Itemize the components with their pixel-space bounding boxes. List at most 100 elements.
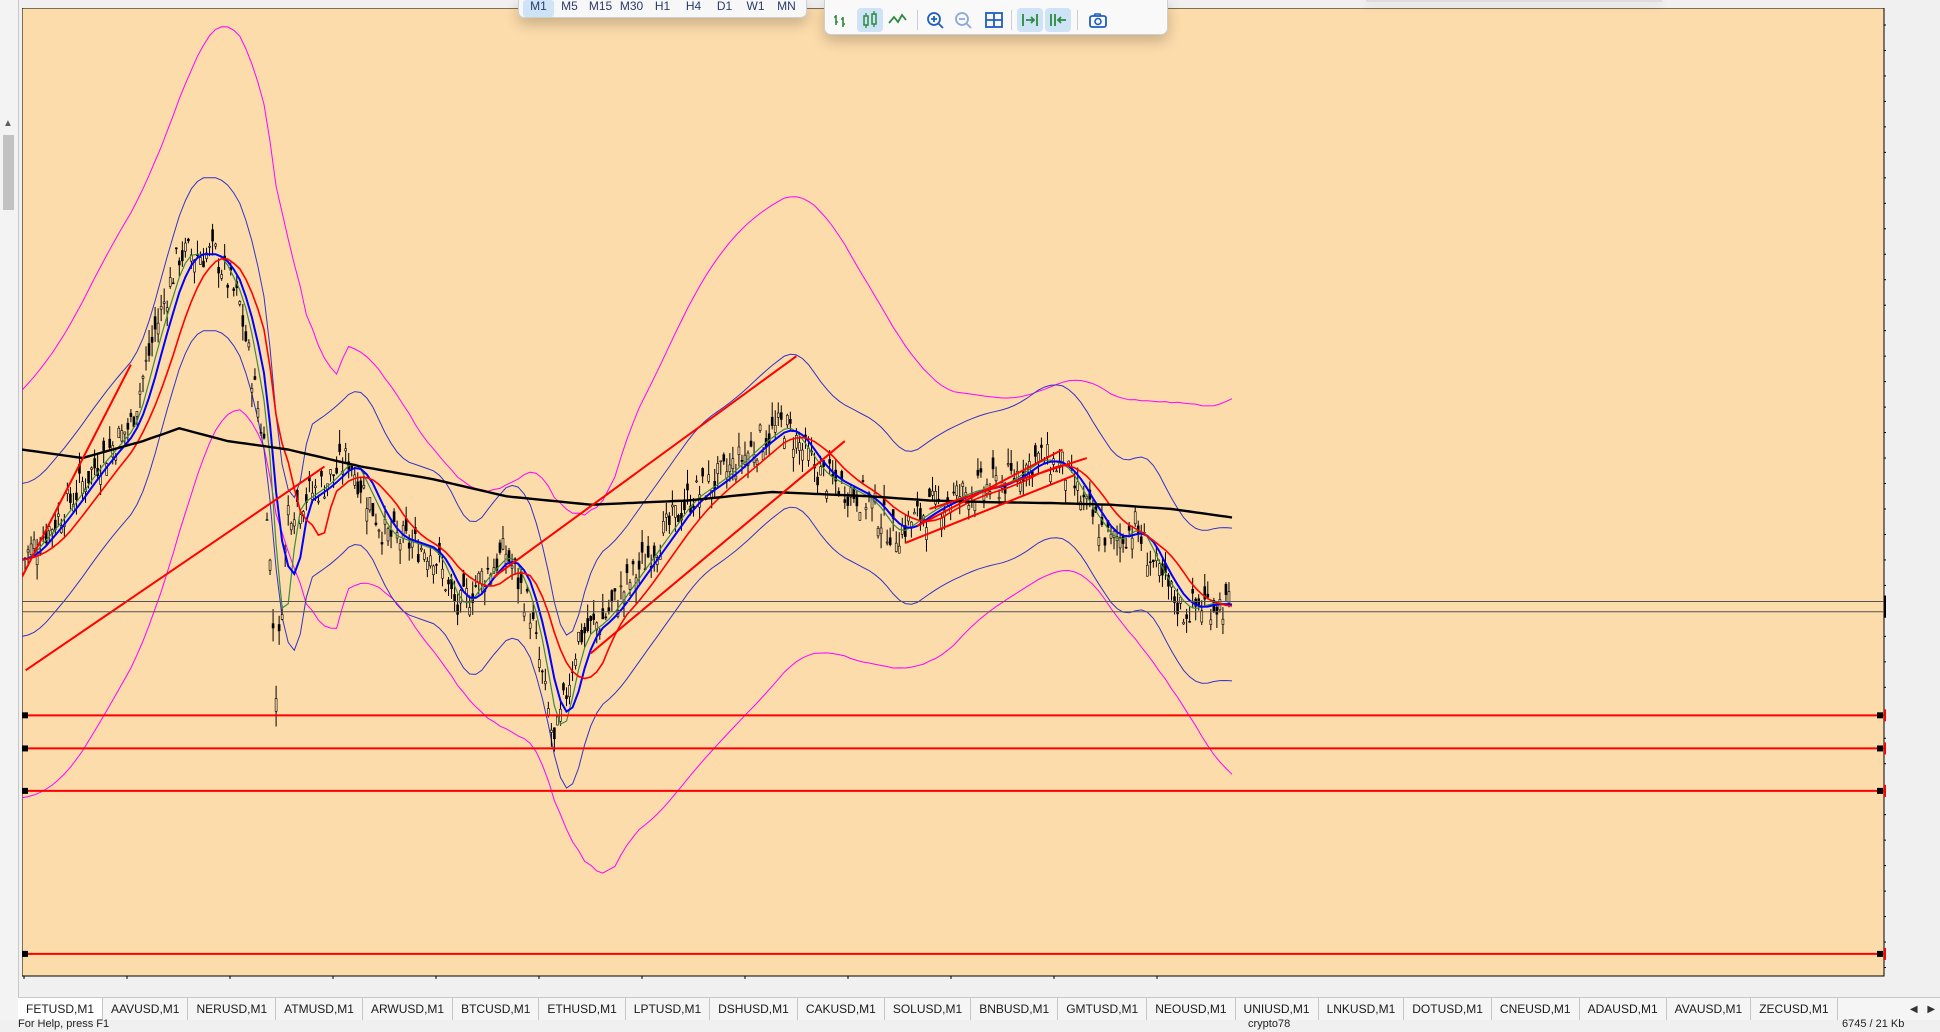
candle-body: [90, 467, 93, 470]
candle-body: [661, 521, 665, 534]
candle-body: [1146, 565, 1149, 577]
symbol-tab[interactable]: AVAUSD,M1: [1667, 998, 1752, 1020]
symbol-tab[interactable]: BTCUSD,M1: [453, 998, 540, 1020]
candle-body: [165, 307, 169, 312]
candle-body: [217, 267, 220, 274]
candle-body: [749, 440, 753, 447]
candle-body: [928, 488, 931, 498]
tab-scroll-right-icon[interactable]: ▶: [1927, 1004, 1935, 1015]
candle-body: [392, 511, 396, 523]
screenshot-icon: [1089, 13, 1107, 28]
candle-body: [770, 416, 774, 426]
symbol-tab[interactable]: ATMUSD,M1: [276, 998, 363, 1020]
candle-body: [1127, 525, 1131, 531]
candle-body: [528, 622, 532, 629]
symbol-tab[interactable]: GMTUSD,M1: [1058, 998, 1148, 1020]
timeframe-m5[interactable]: M5: [554, 0, 585, 17]
candle-body: [441, 568, 444, 579]
candle-body: [707, 474, 710, 482]
candle-body: [792, 449, 795, 458]
candle-body: [713, 481, 717, 490]
candlestick-button[interactable]: [857, 8, 883, 32]
candle-body: [668, 515, 671, 526]
autoscroll-icon: [1022, 14, 1038, 26]
timeframe-h1[interactable]: H1: [647, 0, 678, 17]
symbol-tab[interactable]: DOTUSD,M1: [1404, 998, 1492, 1020]
scrollbar-thumb[interactable]: [3, 135, 14, 210]
timeframe-m30[interactable]: M30: [616, 0, 647, 17]
candle-body: [537, 659, 541, 668]
candle-body: [761, 451, 765, 461]
tab-scroll-left-icon[interactable]: ◀: [1910, 1004, 1918, 1015]
candle-body: [1034, 445, 1037, 457]
zoom-in-button[interactable]: [923, 8, 949, 32]
candle-body: [864, 507, 868, 510]
candle-body: [329, 469, 332, 475]
symbol-tab[interactable]: FETUSD,M1: [18, 998, 104, 1020]
candle-body: [586, 618, 589, 632]
candle-body: [695, 480, 698, 483]
symbol-tab[interactable]: LPTUSD,M1: [626, 998, 711, 1020]
candle-body: [423, 552, 426, 560]
zoom-out-button[interactable]: [951, 8, 977, 32]
price-chart[interactable]: 0.166100.165800.165500.165200.164900.164…: [22, 8, 1886, 979]
scroll-up-icon[interactable]: ▲: [2, 118, 14, 130]
timeframe-d1[interactable]: D1: [709, 0, 740, 17]
indicator-button[interactable]: [885, 8, 911, 32]
timeframe-m1[interactable]: M1: [523, 0, 554, 17]
candle-body: [498, 542, 502, 553]
current-price-label-bg: [1884, 605, 1886, 618]
symbol-tab[interactable]: ARWUSD,M1: [363, 998, 454, 1020]
candle-body: [534, 632, 538, 634]
symbol-tab[interactable]: UNIUSD,M1: [1236, 998, 1319, 1020]
candle-body: [855, 496, 859, 507]
timeframe-m15[interactable]: M15: [585, 0, 616, 17]
chart-window[interactable]: 0.166100.165800.165500.165200.164900.164…: [22, 8, 1886, 979]
candle-body: [540, 670, 544, 673]
symbol-tab[interactable]: BNBUSD,M1: [971, 998, 1059, 1020]
candle-body: [919, 508, 922, 521]
candle-body: [1182, 621, 1185, 625]
timeframe-h4[interactable]: H4: [678, 0, 709, 17]
candle-body: [1097, 537, 1101, 546]
candle-body: [671, 504, 674, 508]
candle-body: [807, 447, 810, 461]
candle-body: [1176, 602, 1179, 615]
candle-body: [335, 467, 338, 474]
symbol-tab[interactable]: ADAUSD,M1: [1580, 998, 1667, 1020]
candle-body: [734, 475, 738, 480]
candle-body: [474, 585, 478, 587]
candle-body: [737, 446, 741, 456]
candle-body: [619, 585, 623, 588]
timeframe-w1[interactable]: W1: [740, 0, 771, 17]
candle-body: [462, 573, 465, 587]
symbol-tab[interactable]: ZECUSD,M1: [1751, 998, 1838, 1020]
candle-body: [1209, 619, 1213, 625]
symbol-tab[interactable]: CAKUSD,M1: [798, 998, 885, 1020]
candle-body: [181, 250, 184, 262]
candle-body: [338, 443, 341, 453]
symbol-tab[interactable]: DSHUSD,M1: [710, 998, 798, 1020]
candle-body: [628, 582, 632, 590]
symbol-tab[interactable]: ETHUSD,M1: [539, 998, 626, 1020]
symbol-tab[interactable]: LNKUSD,M1: [1319, 998, 1405, 1020]
candle-body: [861, 480, 865, 482]
symbol-tab[interactable]: NEOUSD,M1: [1147, 998, 1236, 1020]
candle-body: [592, 613, 596, 620]
grid-button[interactable]: [981, 8, 1007, 32]
candle-body: [1221, 618, 1225, 625]
chart-shift-button[interactable]: [1045, 8, 1071, 32]
level-label-bg: [1884, 742, 1886, 755]
screenshot-button[interactable]: [1085, 8, 1111, 32]
candle-body: [202, 260, 205, 268]
candle-body: [531, 612, 535, 619]
symbol-tab[interactable]: CNEUSD,M1: [1492, 998, 1580, 1020]
line-chart-button[interactable]: [829, 8, 855, 32]
candle-body: [961, 482, 965, 487]
symbol-tab[interactable]: AAVUSD,M1: [103, 998, 189, 1020]
autoscroll-button[interactable]: [1017, 8, 1043, 32]
symbol-tab[interactable]: NERUSD,M1: [188, 998, 277, 1020]
candle-body: [786, 415, 789, 426]
timeframe-mn[interactable]: MN: [771, 0, 802, 17]
symbol-tab[interactable]: SOLUSD,M1: [885, 998, 972, 1020]
